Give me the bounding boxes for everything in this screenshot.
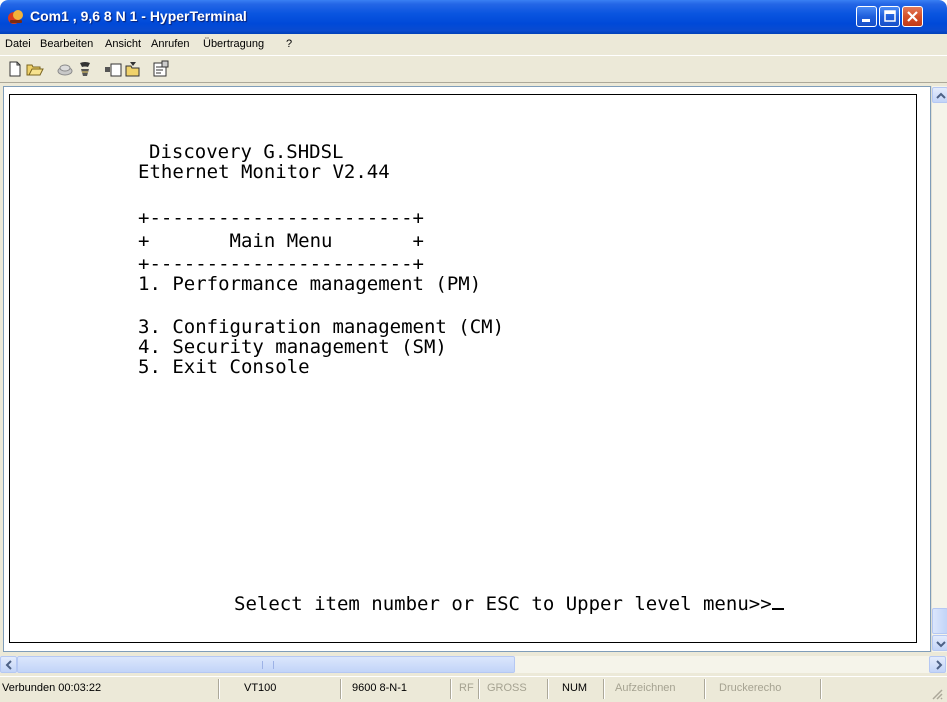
send-icon [105, 63, 122, 77]
status-divider [450, 679, 452, 699]
hyperterminal-window: Com1 , 9,6 8 N 1 - HyperTerminal Datei B… [0, 0, 947, 702]
scroll-grip [262, 661, 274, 669]
menu-help[interactable]: ? [286, 38, 292, 50]
properties-icon [153, 60, 169, 77]
scroll-down-button[interactable] [932, 635, 947, 651]
menu-option-5: 5. Exit Console [138, 356, 310, 378]
disconnect-button[interactable] [56, 60, 74, 78]
menu-uebertragung[interactable]: Übertragung [203, 38, 264, 50]
status-caps: GROSS [487, 682, 527, 694]
menu-bearbeiten[interactable]: Bearbeiten [40, 38, 93, 50]
arrow-down-icon [936, 641, 946, 648]
menu-option-3: 3. Configuration management (CM) [138, 316, 505, 338]
menu-border-bottom: +-----------------------+ [138, 253, 424, 275]
terminal-screen[interactable]: Discovery G.SHDSL Ethernet Monitor V2.44… [9, 94, 917, 643]
properties-button[interactable] [152, 60, 170, 78]
menu-bar: Datei Bearbeiten Ansicht Anrufen Übertra… [0, 34, 947, 55]
status-connection-time: Verbunden 00:03:22 [2, 682, 102, 694]
connect-icon [80, 62, 90, 76]
status-capture: Aufzeichnen [615, 682, 676, 694]
status-divider [218, 679, 220, 699]
status-divider [603, 679, 605, 699]
menu-option-1: 1. Performance management (PM) [138, 273, 482, 295]
terminal-area[interactable]: Discovery G.SHDSL Ethernet Monitor V2.44… [3, 86, 931, 652]
window-title: Com1 , 9,6 8 N 1 - HyperTerminal [30, 8, 247, 24]
app-icon [7, 8, 25, 26]
title-bar[interactable]: Com1 , 9,6 8 N 1 - HyperTerminal [0, 0, 947, 34]
new-icon [9, 61, 21, 77]
close-button[interactable] [902, 6, 923, 27]
menu-anrufen[interactable]: Anrufen [151, 38, 190, 50]
new-button[interactable] [6, 60, 24, 78]
status-divider [704, 679, 706, 699]
receive-button[interactable] [124, 60, 142, 78]
prompt-line: Select item number or ESC to Upper level… [234, 594, 784, 614]
scroll-left-button[interactable] [0, 656, 17, 673]
arrow-up-icon [936, 92, 946, 99]
text-cursor [771, 608, 784, 610]
status-divider [820, 679, 822, 699]
send-button[interactable] [104, 60, 122, 78]
horizontal-scrollbar[interactable] [0, 656, 947, 673]
open-icon [26, 64, 44, 76]
status-bar: Verbunden 00:03:22 VT100 9600 8-N-1 RF G… [0, 676, 947, 702]
status-emulation: VT100 [244, 682, 277, 694]
vertical-scrollbar[interactable] [931, 86, 947, 652]
scroll-right-button[interactable] [929, 656, 946, 673]
disconnect-icon [57, 64, 73, 76]
toolbar [0, 55, 947, 83]
maximize-icon [884, 10, 896, 22]
arrow-left-icon [5, 660, 12, 670]
status-print-echo: Druckerecho [719, 682, 782, 694]
receive-icon [125, 62, 140, 77]
resize-grip-icon[interactable] [930, 687, 944, 701]
terminal-header-2: Ethernet Monitor V2.44 [138, 161, 390, 183]
horizontal-scroll-thumb[interactable] [17, 656, 515, 673]
menu-datei[interactable]: Datei [5, 38, 31, 50]
maximize-button[interactable] [879, 6, 900, 27]
status-divider [478, 679, 480, 699]
open-button[interactable] [26, 60, 44, 78]
prompt-text: Select item number or ESC to Upper level… [234, 593, 772, 615]
terminal-header-1: Discovery G.SHDSL [149, 141, 344, 163]
minimize-icon [862, 19, 870, 22]
status-divider [547, 679, 549, 699]
status-num: NUM [562, 682, 588, 694]
close-icon [907, 11, 918, 22]
menu-title: + Main Menu + [138, 230, 424, 252]
status-port-settings: 9600 8-N-1 [352, 682, 408, 694]
menu-option-4: 4. Security management (SM) [138, 336, 447, 358]
status-divider [340, 679, 342, 699]
arrow-right-icon [936, 660, 943, 670]
scroll-up-button[interactable] [932, 87, 947, 103]
vertical-scroll-thumb[interactable] [932, 608, 947, 634]
menu-border-top: +-----------------------+ [138, 207, 424, 229]
menu-ansicht[interactable]: Ansicht [105, 38, 141, 50]
connect-button[interactable] [76, 60, 94, 78]
status-rf: RF [459, 682, 474, 694]
minimize-button[interactable] [856, 6, 877, 27]
